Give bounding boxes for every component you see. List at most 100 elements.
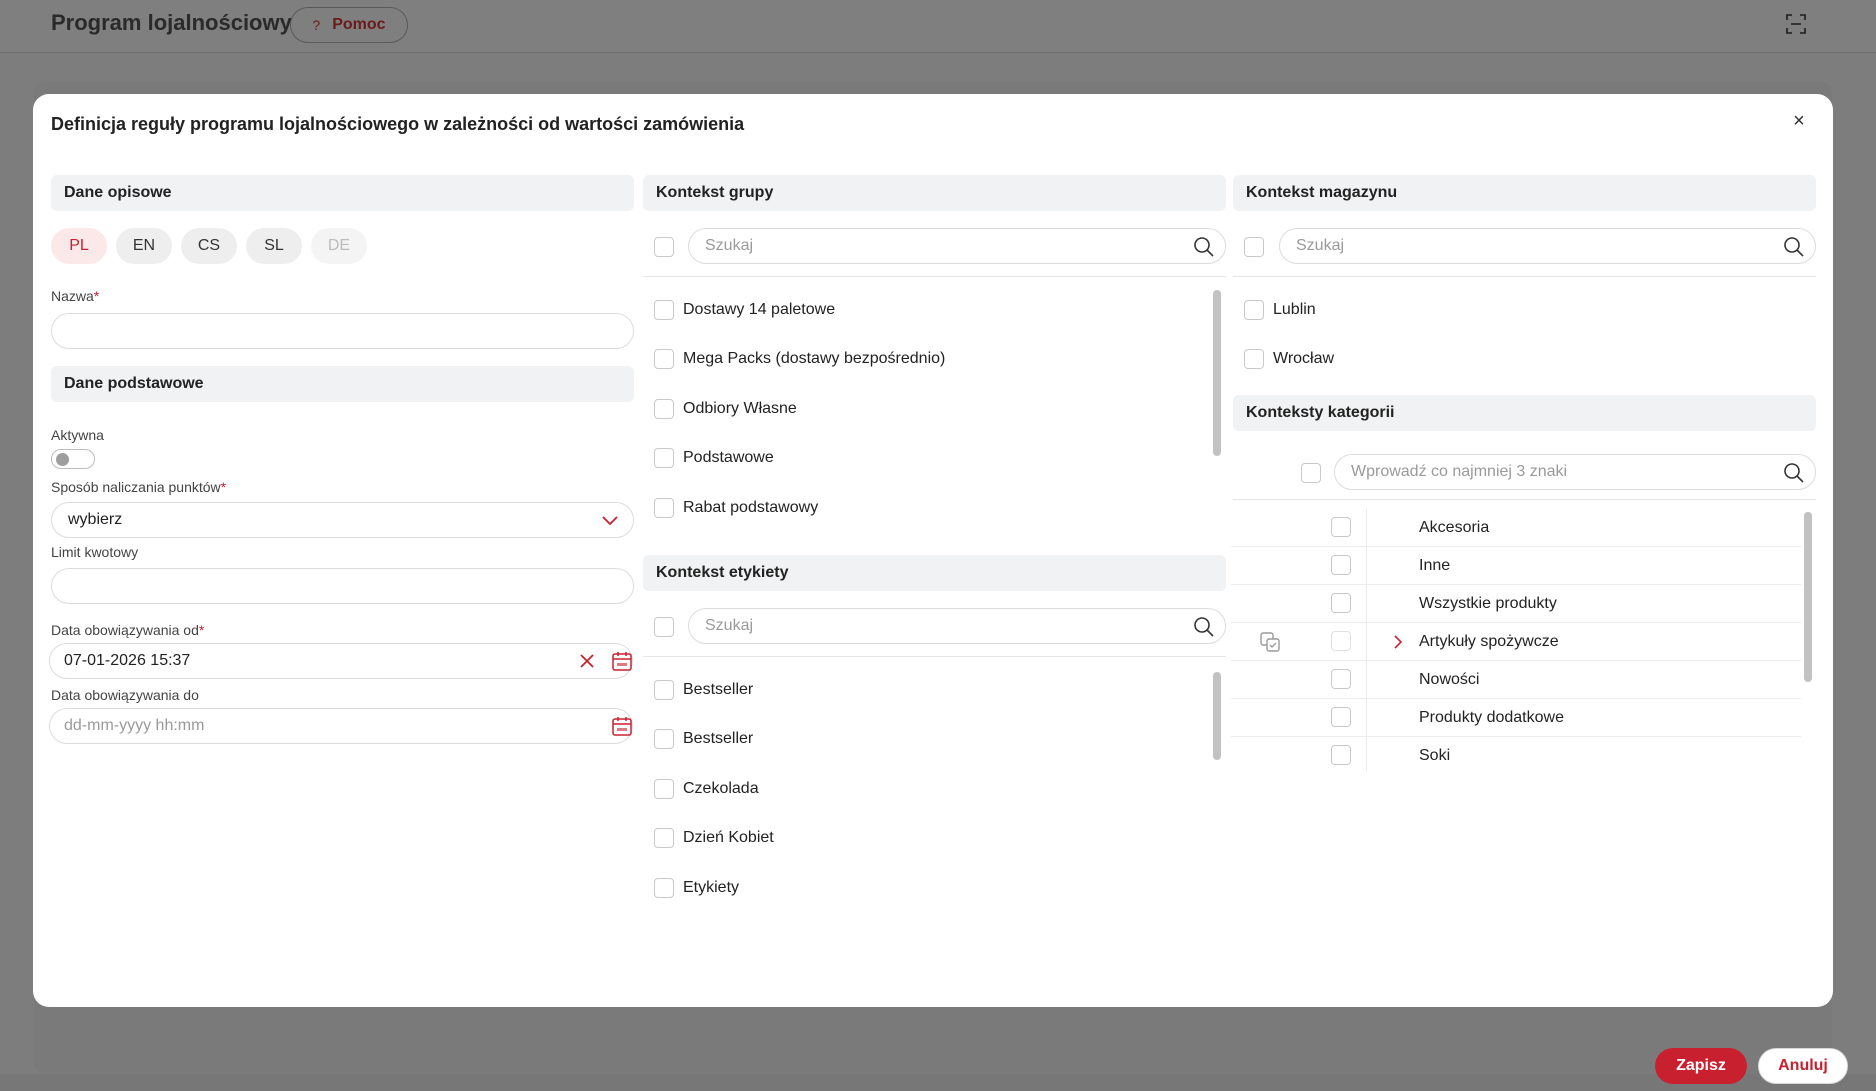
- tree-item-label: Akcesoria: [1419, 519, 1490, 536]
- checkbox[interactable]: [1244, 349, 1264, 369]
- divider: [1366, 661, 1367, 699]
- item-label: Dzień Kobiet: [683, 829, 774, 846]
- warehouse-search-input[interactable]: Szukaj: [1279, 228, 1816, 264]
- section-warehouse-context-header: Kontekst magazynu: [1233, 175, 1816, 211]
- points-method-label-text: Sposób naliczania punktów: [51, 479, 221, 495]
- list-item[interactable]: Rabat podstawowy: [654, 497, 818, 519]
- list-item[interactable]: Lublin: [1244, 299, 1316, 321]
- fullscreen-icon[interactable]: [1784, 12, 1808, 36]
- list-item[interactable]: Etykiety: [654, 877, 739, 899]
- checkbox[interactable]: [1331, 517, 1351, 537]
- lang-tab-cs[interactable]: CS: [181, 228, 237, 264]
- points-method-select[interactable]: wybierz: [51, 502, 634, 538]
- label-search-input[interactable]: Szukaj: [688, 608, 1226, 644]
- warehouse-select-all-checkbox[interactable]: [1244, 237, 1264, 257]
- checkbox[interactable]: [1331, 669, 1351, 689]
- category-select-all-checkbox[interactable]: [1301, 463, 1321, 483]
- item-label: Bestseller: [683, 730, 754, 747]
- checkbox[interactable]: [1331, 593, 1351, 613]
- checkbox[interactable]: [654, 729, 674, 749]
- checkbox[interactable]: [1331, 745, 1351, 765]
- list-item[interactable]: Wrocław: [1244, 348, 1334, 370]
- cancel-button[interactable]: Anuluj: [1758, 1048, 1848, 1084]
- tree-row[interactable]: Akcesoria: [1231, 509, 1801, 547]
- list-item[interactable]: Mega Packs (dostawy bezpośrednio): [654, 348, 945, 370]
- item-label: Wrocław: [1273, 350, 1335, 367]
- checkbox[interactable]: [654, 349, 674, 369]
- app-header: Program lojalnościowy ? Pomoc: [0, 0, 1876, 53]
- lang-tab-pl[interactable]: PL: [51, 228, 107, 264]
- item-label: Etykiety: [683, 879, 740, 896]
- tree-row[interactable]: Produkty dodatkowe: [1231, 699, 1801, 737]
- active-toggle[interactable]: [51, 449, 95, 469]
- tree-item-label: Produkty dodatkowe: [1419, 709, 1564, 726]
- section-descriptive-header: Dane opisowe: [51, 175, 634, 211]
- list-item[interactable]: Dostawy 14 paletowe: [654, 299, 835, 321]
- section-label-context-header: Kontekst etykiety: [643, 555, 1226, 591]
- lang-tab-en[interactable]: EN: [116, 228, 172, 264]
- divider: [1233, 499, 1816, 500]
- save-button[interactable]: Zapisz: [1655, 1048, 1747, 1084]
- amount-limit-label: Limit kwotowy: [51, 544, 139, 560]
- checkbox[interactable]: [654, 300, 674, 320]
- tree-row[interactable]: Soki: [1231, 737, 1801, 771]
- checkbox[interactable]: [654, 779, 674, 799]
- tree-row[interactable]: Nowości: [1231, 661, 1801, 699]
- label-list-scrollbar[interactable]: [1213, 672, 1221, 760]
- tree-row[interactable]: Artykuły spożywcze: [1231, 623, 1801, 661]
- item-label: Bestseller: [683, 681, 754, 698]
- checkbox[interactable]: [1244, 300, 1264, 320]
- help-button[interactable]: ? Pomoc: [290, 7, 408, 43]
- valid-from-value: 07-01-2026 15:37: [64, 652, 191, 669]
- search-icon: [1194, 237, 1214, 257]
- lang-tab-de[interactable]: DE: [311, 228, 367, 264]
- group-search-input[interactable]: Szukaj: [688, 228, 1226, 264]
- select-children-icon[interactable]: [1259, 631, 1281, 653]
- tree-item-label: Inne: [1419, 557, 1451, 574]
- checkbox[interactable]: [1331, 631, 1351, 651]
- category-search-input[interactable]: Wprowadź co najmniej 3 znaki: [1334, 454, 1816, 490]
- item-label: Podstawowe: [683, 449, 774, 466]
- list-item[interactable]: Dzień Kobiet: [654, 827, 774, 849]
- category-tree-scrollbar[interactable]: [1804, 512, 1812, 682]
- app-title: Program lojalnościowy: [51, 10, 292, 35]
- valid-to-input[interactable]: dd-mm-yyyy hh:mm: [49, 708, 633, 744]
- calendar-icon[interactable]: [611, 651, 633, 673]
- list-item[interactable]: Odbiory Własne: [654, 398, 797, 420]
- divider: [1366, 623, 1367, 661]
- checkbox[interactable]: [654, 878, 674, 898]
- close-button[interactable]: ×: [1786, 108, 1812, 134]
- tree-row[interactable]: Wszystkie produkty: [1231, 585, 1801, 623]
- checkbox[interactable]: [1331, 555, 1351, 575]
- calendar-icon[interactable]: [611, 716, 633, 738]
- checkbox[interactable]: [654, 498, 674, 518]
- tree-item-label: Wszystkie produkty: [1419, 595, 1557, 612]
- label-select-all-checkbox[interactable]: [654, 617, 674, 637]
- chevron-down-icon: [602, 516, 618, 526]
- tree-row[interactable]: Inne: [1231, 547, 1801, 585]
- toggle-knob: [56, 453, 69, 466]
- valid-from-input[interactable]: 07-01-2026 15:37: [49, 643, 633, 679]
- clear-icon[interactable]: [578, 652, 596, 670]
- list-item[interactable]: Bestseller: [654, 728, 753, 750]
- name-input[interactable]: [51, 313, 634, 349]
- checkbox[interactable]: [1331, 707, 1351, 727]
- group-select-all-checkbox[interactable]: [654, 237, 674, 257]
- list-item[interactable]: Czekolada: [654, 778, 759, 800]
- chevron-right-icon[interactable]: [1391, 635, 1405, 649]
- divider: [1366, 699, 1367, 737]
- list-item[interactable]: Podstawowe: [654, 447, 774, 469]
- tree-item-label: Soki: [1419, 747, 1451, 764]
- group-list-scrollbar[interactable]: [1213, 290, 1221, 456]
- points-method-value: wybierz: [68, 511, 123, 528]
- checkbox[interactable]: [654, 399, 674, 419]
- amount-limit-input[interactable]: [51, 568, 634, 604]
- tree-item-label: Nowości: [1419, 671, 1480, 688]
- valid-to-label: Data obowiązywania do: [51, 687, 199, 703]
- checkbox[interactable]: [654, 828, 674, 848]
- search-icon: [1784, 237, 1804, 257]
- checkbox[interactable]: [654, 680, 674, 700]
- checkbox[interactable]: [654, 448, 674, 468]
- list-item[interactable]: Bestseller: [654, 679, 753, 701]
- lang-tab-sl[interactable]: SL: [246, 228, 302, 264]
